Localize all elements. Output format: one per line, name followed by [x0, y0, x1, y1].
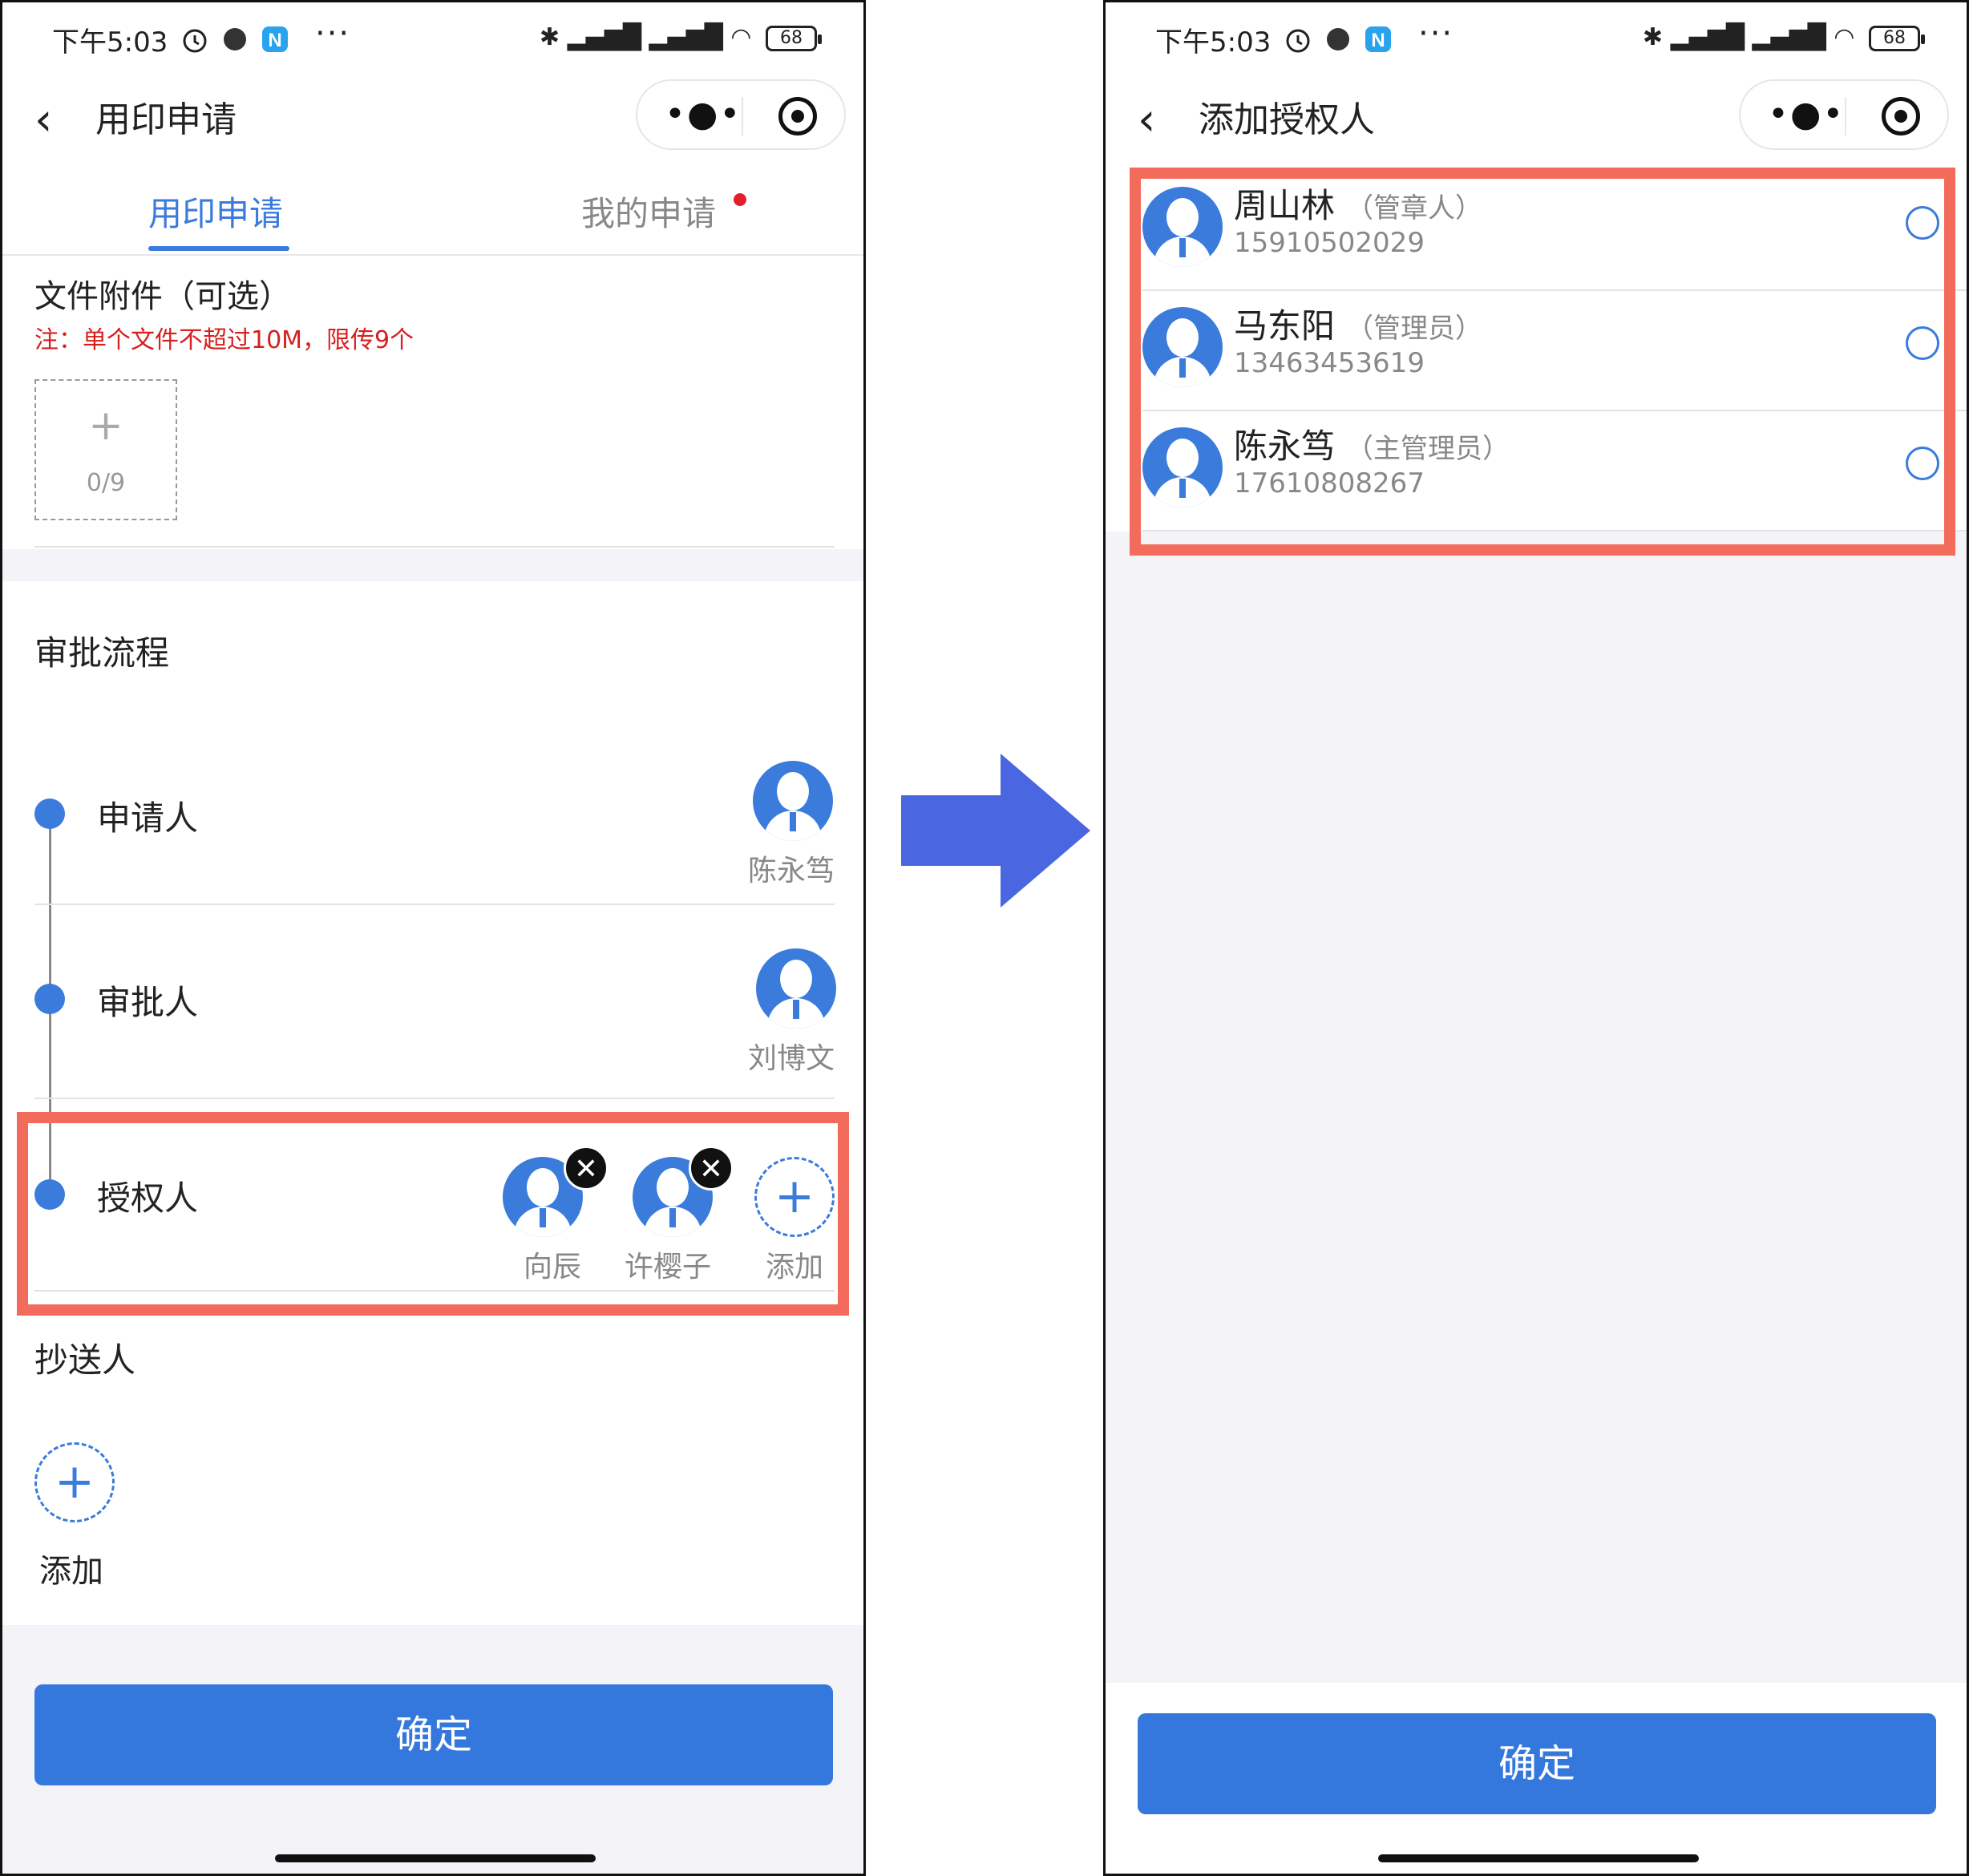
transition-arrow-icon — [901, 754, 1090, 908]
wifi-icon: ◠ — [730, 23, 752, 51]
applicant-label: 申请人 — [97, 799, 199, 838]
app-n-icon: N — [1365, 26, 1391, 52]
divider — [34, 546, 835, 548]
signal-icon: ▂▄▆█ ▂▄▆█ — [1670, 23, 1826, 51]
left-phone-screen: 下午5:03 N ··· ✱ ▂▄▆█ ▂▄▆█ ◠ 68 ‹ 用印申请 •●•… — [0, 0, 866, 1876]
close-target-icon[interactable] — [778, 97, 817, 135]
svg-text:N: N — [1371, 30, 1385, 51]
active-tab-underline — [148, 246, 289, 251]
page-title: 添加授权人 — [1199, 99, 1375, 140]
battery-icon: 68 — [1869, 25, 1925, 51]
home-indicator — [275, 1854, 596, 1862]
applicant-name: 陈永笃 — [748, 855, 835, 887]
more-options-icon[interactable]: •●• — [665, 94, 742, 135]
approver-name: 刘博文 — [748, 1042, 835, 1075]
capsule-divider — [1845, 97, 1846, 135]
alarm-icon — [183, 29, 207, 53]
app-n-icon: N — [262, 26, 288, 52]
status-more-icon: ··· — [315, 15, 351, 52]
upload-count: 0/9 — [86, 469, 126, 497]
add-cc-label: 添加 — [39, 1553, 103, 1590]
add-cc-button[interactable]: + — [34, 1442, 115, 1522]
divider — [34, 904, 835, 905]
highlight-box — [1130, 168, 1955, 556]
wifi-icon: ◠ — [1834, 23, 1855, 51]
bluetooth-icon: ✱ — [539, 23, 560, 51]
flow-dot-approver — [34, 984, 65, 1014]
status-bar: 下午5:03 N ··· ✱ ▂▄▆█ ▂▄▆█ ◠ 68 — [2, 2, 863, 79]
notification-dot-icon — [734, 193, 746, 206]
plus-icon: + — [88, 402, 123, 450]
bluetooth-icon: ✱ — [1642, 23, 1664, 51]
close-target-icon[interactable] — [1882, 97, 1920, 135]
tab-my-applications[interactable]: 我的申请 — [581, 187, 716, 236]
back-chevron-icon[interactable]: ‹ — [34, 94, 52, 146]
divider — [34, 1098, 835, 1099]
approval-flow-title: 审批流程 — [34, 633, 170, 673]
status-bar: 下午5:03 N ··· ✱ ▂▄▆█ ▂▄▆█ ◠ 68 — [1106, 2, 1967, 79]
right-phone-screen: 下午5:03 N ··· ✱ ▂▄▆█ ▂▄▆█ ◠ 68 ‹ 添加授权人 •●… — [1103, 0, 1969, 1876]
status-right-icons: ✱ ▂▄▆█ ▂▄▆█ ◠ 68 — [1642, 23, 1925, 51]
record-icon — [224, 28, 246, 51]
back-chevron-icon[interactable]: ‹ — [1138, 94, 1155, 146]
status-right-icons: ✱ ▂▄▆█ ▂▄▆█ ◠ 68 — [539, 23, 822, 51]
more-options-icon[interactable]: •●• — [1768, 94, 1845, 135]
tab-bar: 用印申请 我的申请 — [2, 169, 863, 256]
section-gap — [2, 549, 863, 581]
battery-icon: 68 — [766, 25, 822, 51]
nav-bar: ‹ 用印申请 •●• — [2, 79, 863, 169]
status-more-icon: ··· — [1418, 15, 1454, 52]
attachment-note: 注：单个文件不超过10M，限传9个 — [34, 326, 414, 354]
nav-bar: ‹ 添加授权人 •●• — [1106, 79, 1967, 169]
flow-dot-applicant — [34, 799, 65, 829]
upload-button[interactable]: + 0/9 — [34, 379, 177, 520]
mini-program-capsule: •●• — [636, 79, 846, 150]
approver-label: 审批人 — [97, 983, 199, 1022]
screenshot-comparison: 下午5:03 N ··· ✱ ▂▄▆█ ▂▄▆█ ◠ 68 ‹ 用印申请 •●•… — [0, 0, 1969, 1876]
page-title: 用印申请 — [95, 99, 237, 140]
status-time: 下午5:03 — [1155, 26, 1272, 59]
confirm-button[interactable]: 确定 — [34, 1684, 833, 1785]
attachment-title: 文件附件（可选） — [34, 278, 291, 315]
capsule-divider — [742, 97, 743, 135]
status-time: 下午5:03 — [52, 26, 168, 59]
svg-text:N: N — [268, 30, 281, 51]
confirm-button[interactable]: 确定 — [1138, 1713, 1936, 1814]
user-avatar-icon — [756, 948, 836, 1029]
signal-icon: ▂▄▆█ ▂▄▆█ — [567, 23, 723, 51]
user-avatar-icon — [753, 761, 833, 841]
home-indicator — [1378, 1854, 1699, 1862]
tab-seal-application[interactable]: 用印申请 — [148, 187, 283, 236]
record-icon — [1327, 28, 1349, 51]
list-background — [1106, 532, 1967, 1683]
highlight-box — [17, 1112, 849, 1316]
mini-program-capsule: •●• — [1739, 79, 1949, 150]
alarm-icon — [1286, 29, 1310, 53]
cc-label: 抄送人 — [34, 1340, 136, 1380]
